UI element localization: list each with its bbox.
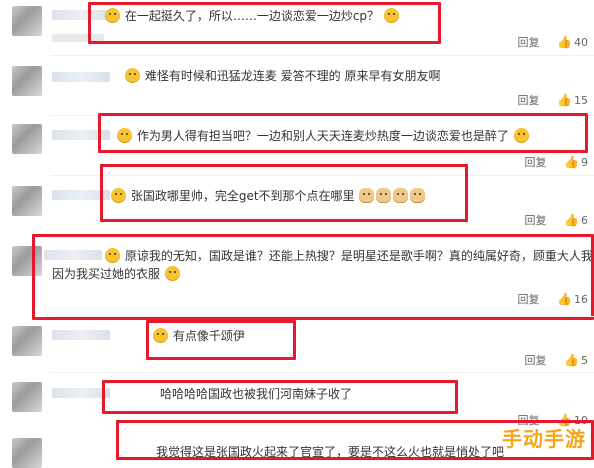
thumbs-up-icon: 👍 xyxy=(564,213,579,227)
avatar[interactable] xyxy=(12,382,42,412)
face-icon xyxy=(125,68,140,83)
reply-button[interactable]: 回复 xyxy=(518,36,540,49)
thumbs-up-icon: 👍 xyxy=(564,353,579,367)
like-button[interactable]: 👍 40 xyxy=(557,35,588,49)
highlight-box xyxy=(98,113,588,153)
thumbs-up-icon: 👍 xyxy=(557,93,572,107)
highlight-box xyxy=(146,320,296,360)
thumbs-up-icon: 👍 xyxy=(564,155,579,169)
avatar[interactable] xyxy=(12,6,42,36)
like-button[interactable]: 👍 6 xyxy=(564,213,588,227)
comment-actions: 回复 👍 6 xyxy=(525,212,588,228)
username[interactable] xyxy=(52,330,110,340)
watermark-logo: 手动手游 xyxy=(502,427,586,451)
thumbs-up-icon: 👍 xyxy=(557,35,572,49)
like-count: 40 xyxy=(574,36,588,49)
like-button[interactable]: 👍 9 xyxy=(564,155,588,169)
comment-text: 难怪有时候和迅猛龙连麦 爱答不理的 原来早有女朋友啊 xyxy=(124,66,440,86)
like-count: 6 xyxy=(581,214,588,227)
divider xyxy=(50,372,594,373)
comment-actions: 回复 👍 5 xyxy=(525,352,588,368)
divider xyxy=(50,55,594,56)
avatar[interactable] xyxy=(12,186,42,216)
reply-button[interactable]: 回复 xyxy=(525,354,547,367)
like-button[interactable]: 👍 15 xyxy=(557,93,588,107)
avatar[interactable] xyxy=(12,326,42,356)
reply-button[interactable]: 回复 xyxy=(525,214,547,227)
like-count: 15 xyxy=(574,94,588,107)
highlight-box xyxy=(88,2,441,44)
highlight-box xyxy=(32,234,594,320)
like-count: 9 xyxy=(581,156,588,169)
avatar[interactable] xyxy=(12,124,42,154)
highlight-box xyxy=(102,380,458,414)
avatar[interactable] xyxy=(12,66,42,96)
comment-actions: 回复 👍 9 xyxy=(525,154,588,170)
like-count: 5 xyxy=(581,354,588,367)
divider xyxy=(50,316,594,317)
reply-button[interactable]: 回复 xyxy=(518,94,540,107)
comment-actions: 回复 👍 40 xyxy=(518,34,588,50)
username[interactable] xyxy=(52,72,110,82)
reply-button[interactable]: 回复 xyxy=(525,156,547,169)
avatar[interactable] xyxy=(12,438,42,468)
highlight-box xyxy=(100,164,468,222)
like-button[interactable]: 👍 5 xyxy=(564,353,588,367)
comment-actions: 回复 👍 15 xyxy=(518,92,588,108)
